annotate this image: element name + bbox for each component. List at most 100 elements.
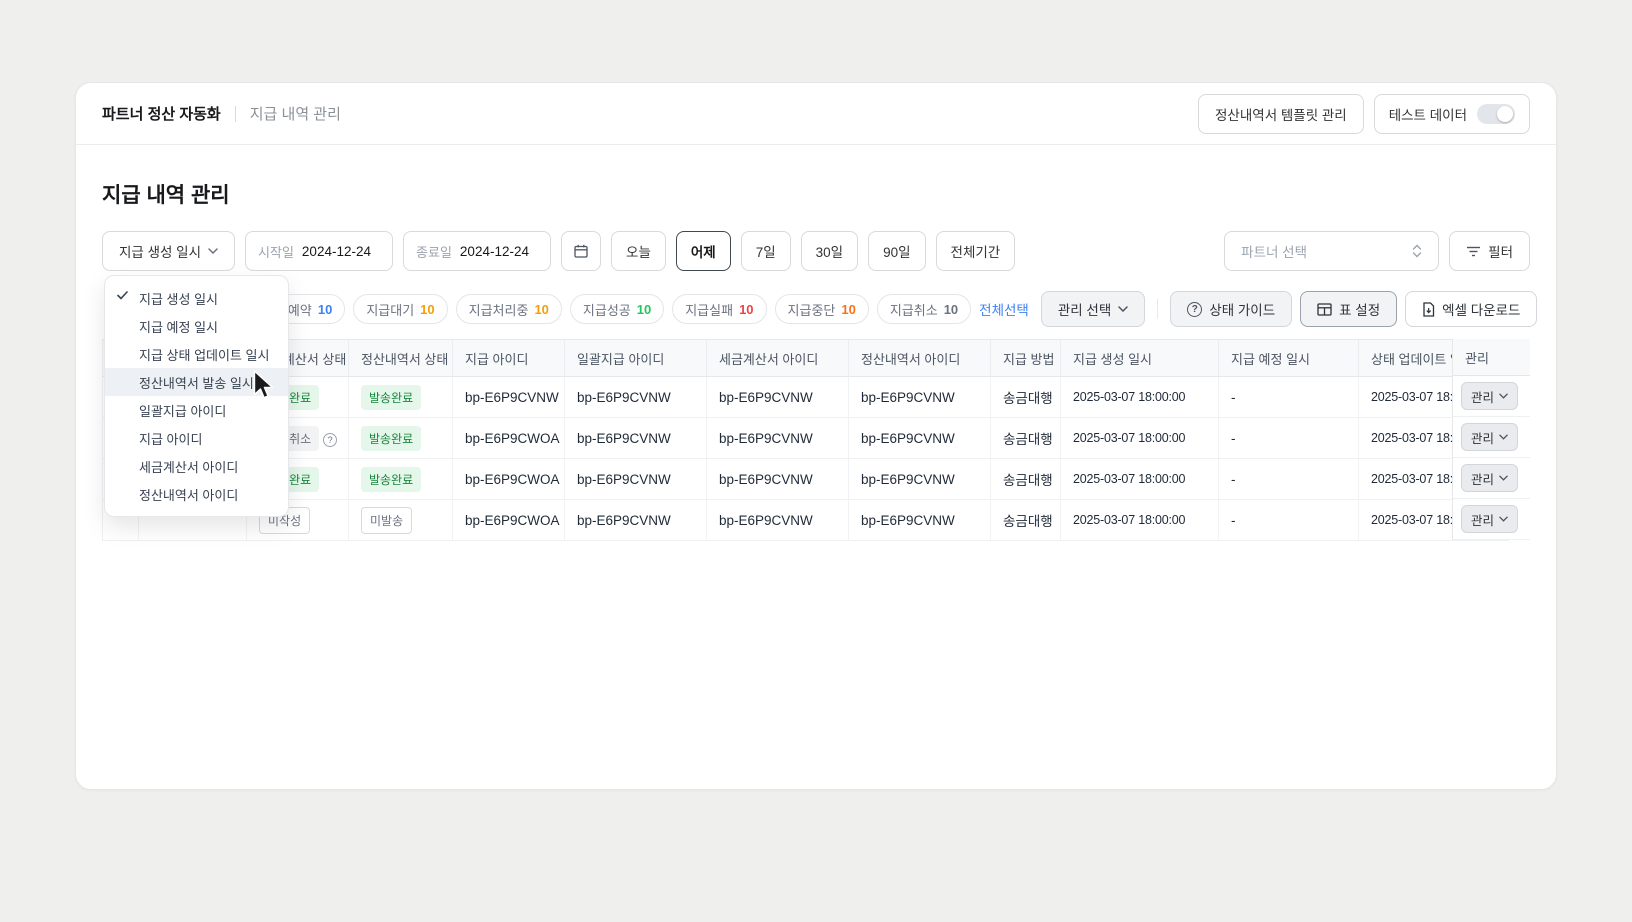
status-chip-waiting[interactable]: 지급대기10 bbox=[353, 294, 447, 324]
col-statement-id: 정산내역서 아이디 bbox=[849, 340, 991, 377]
right-filters: 파트너 선택 필터 bbox=[1224, 231, 1530, 271]
col-method: 지급 방법 bbox=[991, 340, 1061, 377]
col-created: 지급 생성 일시 bbox=[1061, 340, 1219, 377]
cell-tax-id: bp-E6P9CVNW bbox=[707, 418, 849, 459]
main-card: 파트너 정산 자동화 지급 내역 관리 정산내역서 템플릿 관리 테스트 데이터… bbox=[75, 82, 1557, 790]
test-data-toggle[interactable] bbox=[1477, 104, 1515, 124]
status-guide-button[interactable]: ? 상태 가이드 bbox=[1170, 291, 1292, 327]
cell-statement-id: bp-E6P9CVNW bbox=[849, 418, 991, 459]
sort-field-select[interactable]: 지급 생성 일시 bbox=[102, 231, 235, 271]
payments-table: 세금계산서 상태 정산내역서 상태 지급 아이디 일괄지급 아이디 세금계산서 … bbox=[102, 339, 1530, 541]
table-settings-button[interactable]: 표 설정 bbox=[1300, 291, 1397, 327]
col-bulk-id: 일괄지급 아이디 bbox=[565, 340, 707, 377]
table-icon bbox=[1317, 303, 1332, 316]
cell-scheduled: - bbox=[1219, 418, 1359, 459]
chevron-down-icon bbox=[208, 248, 218, 254]
range-30d-button[interactable]: 30일 bbox=[801, 231, 858, 271]
row-manage-button[interactable]: 관리 bbox=[1461, 505, 1518, 533]
table-row: 발행취소? 발송완료 bp-E6P9CWOA bp-E6P9CVNW bp-E6… bbox=[103, 418, 1509, 459]
cell-created: 2025-03-07 18:00:00 bbox=[1061, 500, 1219, 541]
cell-statement-id: bp-E6P9CVNW bbox=[849, 377, 991, 418]
status-chip-success[interactable]: 지급성공10 bbox=[570, 294, 664, 324]
manage-column: 관리 관리 관리 관리 관리 bbox=[1452, 339, 1530, 540]
cell-scheduled: - bbox=[1219, 500, 1359, 541]
manage-select-button[interactable]: 관리 선택 bbox=[1041, 291, 1145, 327]
breadcrumb: 지급 내역 관리 bbox=[250, 103, 341, 124]
header-divider bbox=[235, 106, 236, 122]
help-icon[interactable]: ? bbox=[323, 433, 337, 447]
filter-button[interactable]: 필터 bbox=[1449, 231, 1530, 271]
dropdown-item-payout-id[interactable]: 지급 아이디 bbox=[105, 424, 288, 452]
cell-bulk-id: bp-E6P9CVNW bbox=[565, 459, 707, 500]
status-chip-processing[interactable]: 지급처리중10 bbox=[456, 294, 562, 324]
cell-tax-id: bp-E6P9CVNW bbox=[707, 500, 849, 541]
statement-status-badge: 발송완료 bbox=[361, 426, 421, 451]
cell-statement-status: 발송완료 bbox=[349, 459, 453, 500]
partner-select[interactable]: 파트너 선택 bbox=[1224, 231, 1439, 271]
statement-template-button[interactable]: 정산내역서 템플릿 관리 bbox=[1198, 94, 1364, 134]
dropdown-item-created[interactable]: 지급 생성 일시 bbox=[105, 284, 288, 312]
header-actions: 정산내역서 템플릿 관리 테스트 데이터 bbox=[1198, 94, 1530, 134]
statement-status-badge: 발송완료 bbox=[361, 467, 421, 492]
dropdown-item-scheduled[interactable]: 지급 예정 일시 bbox=[105, 312, 288, 340]
app-title: 파트너 정산 자동화 bbox=[102, 103, 221, 124]
chevron-down-icon bbox=[1499, 516, 1508, 522]
cell-method: 송금대행 bbox=[991, 459, 1061, 500]
status-chips-row: 지급예약10 지급대기10 지급처리중10 지급성공10 지급실패10 지급중단… bbox=[102, 291, 1530, 327]
range-yesterday-button[interactable]: 어제 bbox=[676, 231, 731, 271]
dropdown-item-status-updated[interactable]: 지급 상태 업데이트 일시 bbox=[105, 340, 288, 368]
calendar-icon bbox=[573, 243, 589, 259]
question-icon: ? bbox=[1187, 302, 1202, 317]
status-chip-cancelled[interactable]: 지급취소10 bbox=[877, 294, 971, 324]
chevron-down-icon bbox=[1499, 475, 1508, 481]
col-scheduled: 지급 예정 일시 bbox=[1219, 340, 1359, 377]
cell-created: 2025-03-07 18:00:00 bbox=[1061, 377, 1219, 418]
cell-payout-id: bp-E6P9CVNW bbox=[453, 377, 565, 418]
card-header: 파트너 정산 자동화 지급 내역 관리 정산내역서 템플릿 관리 테스트 데이터 bbox=[76, 83, 1556, 145]
row-manage-button[interactable]: 관리 bbox=[1461, 464, 1518, 492]
table-row: 미작성 미발송 bp-E6P9CWOA bp-E6P9CVNW bp-E6P9C… bbox=[103, 500, 1509, 541]
cell-scheduled: - bbox=[1219, 459, 1359, 500]
table-header-row: 세금계산서 상태 정산내역서 상태 지급 아이디 일괄지급 아이디 세금계산서 … bbox=[103, 340, 1509, 377]
filter-icon bbox=[1466, 245, 1481, 258]
cell-bulk-id: bp-E6P9CVNW bbox=[565, 500, 707, 541]
select-all-link[interactable]: 전체선택 bbox=[979, 299, 1029, 319]
updown-chevrons-icon bbox=[1412, 244, 1422, 258]
cell-tax-id: bp-E6P9CVNW bbox=[707, 377, 849, 418]
statement-status-badge: 미발송 bbox=[361, 507, 412, 534]
test-data-label: 테스트 데이터 bbox=[1389, 104, 1467, 124]
excel-download-button[interactable]: 엑셀 다운로드 bbox=[1405, 291, 1537, 327]
cell-method: 송금대행 bbox=[991, 418, 1061, 459]
end-date-input[interactable]: 종료일 2024-12-24 bbox=[403, 231, 551, 271]
status-chip-failed[interactable]: 지급실패10 bbox=[672, 294, 766, 324]
cell-payout-id: bp-E6P9CWOA bbox=[453, 459, 565, 500]
toolbar-divider bbox=[1157, 299, 1158, 319]
row-manage-button[interactable]: 관리 bbox=[1461, 423, 1518, 451]
cell-created: 2025-03-07 18:00:00 bbox=[1061, 459, 1219, 500]
mouse-cursor bbox=[251, 370, 275, 402]
row-manage-button[interactable]: 관리 bbox=[1461, 382, 1518, 410]
filter-row: 지급 생성 일시 시작일 2024-12-24 종료일 2024-12-24 오… bbox=[102, 231, 1530, 271]
start-date-input[interactable]: 시작일 2024-12-24 bbox=[245, 231, 393, 271]
cell-payout-id: bp-E6P9CWOA bbox=[453, 500, 565, 541]
chevron-down-icon bbox=[1499, 393, 1508, 399]
check-icon bbox=[117, 291, 128, 300]
calendar-button[interactable] bbox=[561, 231, 601, 271]
col-payout-id: 지급 아이디 bbox=[453, 340, 565, 377]
range-all-button[interactable]: 전체기간 bbox=[936, 231, 1016, 271]
cell-statement-id: bp-E6P9CVNW bbox=[849, 500, 991, 541]
dropdown-item-statement-id[interactable]: 정산내역서 아이디 bbox=[105, 480, 288, 508]
page-title: 지급 내역 관리 bbox=[102, 179, 1530, 209]
range-90d-button[interactable]: 90일 bbox=[868, 231, 925, 271]
col-tax-id: 세금계산서 아이디 bbox=[707, 340, 849, 377]
status-chip-stopped[interactable]: 지급중단10 bbox=[775, 294, 869, 324]
chevron-down-icon bbox=[1118, 306, 1128, 312]
col-statement-status: 정산내역서 상태 bbox=[349, 340, 453, 377]
manage-column-header: 관리 bbox=[1453, 339, 1530, 376]
chevron-down-icon bbox=[1499, 434, 1508, 440]
range-today-button[interactable]: 오늘 bbox=[611, 231, 666, 271]
file-download-icon bbox=[1422, 302, 1435, 317]
table-row: 발행완료 발송완료 bp-E6P9CVNW bp-E6P9CVNW bp-E6P… bbox=[103, 377, 1509, 418]
range-7d-button[interactable]: 7일 bbox=[741, 231, 791, 271]
dropdown-item-tax-id[interactable]: 세금계산서 아이디 bbox=[105, 452, 288, 480]
